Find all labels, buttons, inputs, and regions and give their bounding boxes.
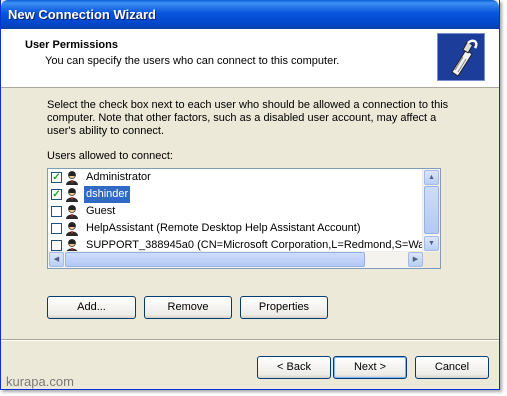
user-row[interactable]: HelpAssistant (Remote Desktop Help Assis… — [48, 220, 424, 237]
user-checkbox[interactable] — [51, 240, 62, 251]
users-list: ✓ Administrator ✓ dshinder Guest HelpAssistan… — [48, 169, 424, 254]
title-bar[interactable]: New Connection Wizard — [1, 0, 499, 29]
back-button[interactable]: < Back — [257, 356, 331, 379]
users-listbox[interactable]: ✓ Administrator ✓ dshinder Guest HelpAssistan… — [47, 168, 441, 269]
user-checkbox[interactable] — [51, 206, 62, 217]
remove-button[interactable]: Remove — [144, 296, 232, 319]
properties-button[interactable]: Properties — [240, 296, 328, 319]
user-name: dshinder — [84, 186, 131, 203]
connection-wizard-icon — [437, 33, 485, 81]
footer-divider — [1, 339, 499, 341]
window-title: New Connection Wizard — [8, 7, 156, 22]
content-area: Select the check box next to each user w… — [1, 88, 499, 338]
user-icon — [64, 170, 80, 185]
next-button[interactable]: Next > — [333, 356, 407, 379]
user-row[interactable]: ✓ dshinder — [48, 186, 424, 203]
user-icon — [64, 221, 80, 236]
header-panel: User Permissions You can specify the use… — [1, 29, 499, 88]
page-subtitle: You can specify the users who can connec… — [45, 55, 340, 67]
user-icon — [64, 204, 80, 219]
scroll-down-button[interactable]: ▼ — [424, 236, 439, 251]
add-button[interactable]: Add... — [47, 296, 136, 319]
instructions-text: Select the check box next to each user w… — [47, 99, 449, 137]
user-checkbox[interactable]: ✓ — [51, 172, 62, 183]
users-list-label: Users allowed to connect: — [47, 150, 173, 162]
user-checkbox[interactable] — [51, 223, 62, 234]
user-name: Guest — [86, 205, 116, 217]
user-row[interactable]: ✓ Administrator — [48, 169, 424, 186]
scrollbar-corner — [423, 252, 440, 268]
scroll-right-button[interactable]: ▶ — [408, 252, 423, 267]
vertical-scrollbar[interactable]: ▲ ▼ — [422, 169, 440, 252]
horizontal-scroll-thumb[interactable] — [65, 252, 365, 267]
user-checkbox[interactable]: ✓ — [51, 189, 62, 200]
page-title: User Permissions — [25, 39, 118, 51]
watermark: kurapa.com — [6, 374, 74, 389]
wizard-window: New Connection Wizard User Permissions Y… — [0, 0, 500, 390]
scroll-up-button[interactable]: ▲ — [424, 170, 439, 185]
scroll-left-button[interactable]: ◀ — [49, 252, 64, 267]
user-row[interactable]: Guest — [48, 203, 424, 220]
vertical-scroll-thumb[interactable] — [424, 186, 439, 234]
cancel-button[interactable]: Cancel — [415, 356, 489, 379]
horizontal-scrollbar[interactable]: ◀ ▶ — [48, 251, 424, 268]
user-name: Administrator — [86, 171, 151, 183]
user-icon — [64, 187, 80, 202]
user-name: HelpAssistant (Remote Desktop Help Assis… — [86, 222, 361, 234]
